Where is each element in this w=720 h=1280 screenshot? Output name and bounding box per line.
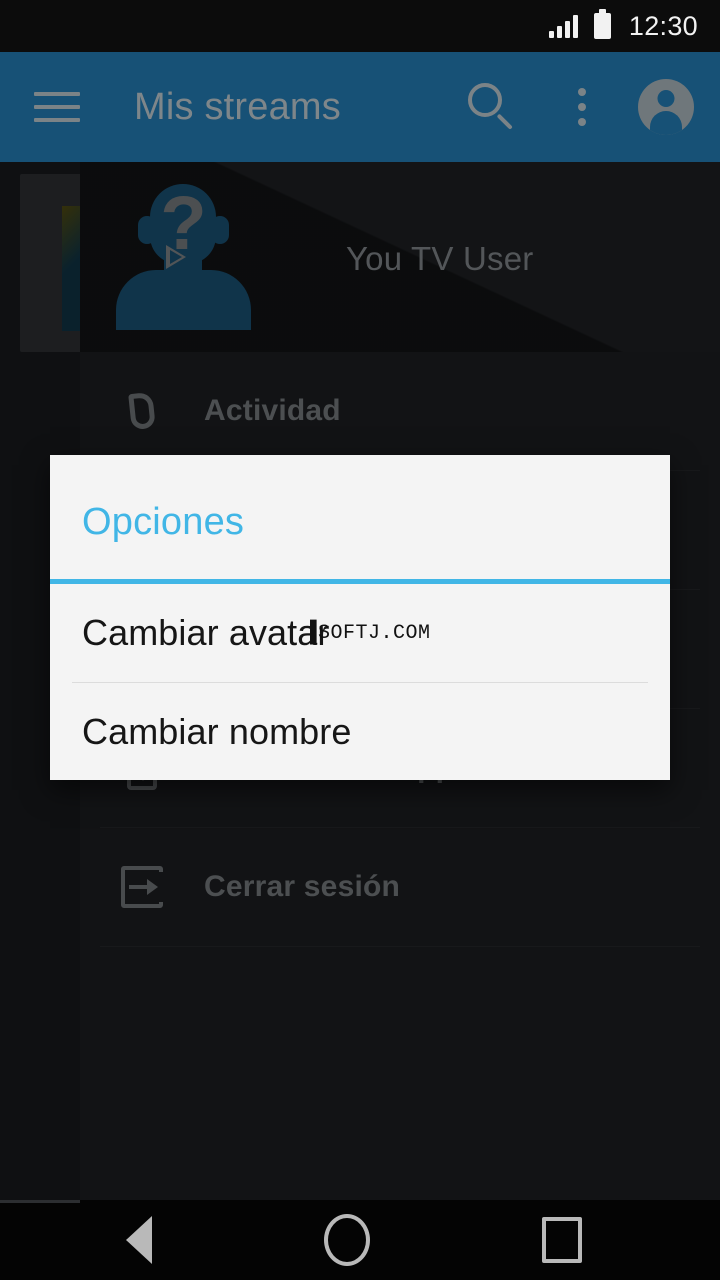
android-nav-bar	[0, 1200, 720, 1280]
recents-square-icon[interactable]	[542, 1217, 582, 1263]
options-dialog: Opciones Cambiar avatar Cambiar nombre	[50, 455, 670, 780]
app-bar: Mis streams	[0, 52, 720, 162]
hamburger-menu-icon[interactable]	[20, 52, 94, 162]
status-bar: 12:30	[0, 0, 720, 52]
signal-bars-icon	[548, 14, 578, 38]
dialog-option-label: Cambiar avatar	[82, 612, 330, 653]
page-title: Mis streams	[134, 85, 341, 128]
back-triangle-icon[interactable]	[126, 1216, 152, 1264]
home-circle-icon[interactable]	[324, 1214, 370, 1266]
account-circle-icon[interactable]	[638, 79, 694, 135]
overflow-menu-icon[interactable]	[556, 77, 608, 137]
status-clock: 12:30	[628, 10, 698, 41]
watermark-text: SOFTJ.COM	[318, 622, 431, 645]
search-icon[interactable]	[462, 77, 522, 137]
dialog-option-label: Cambiar nombre	[82, 711, 352, 752]
dialog-option-cambiar-nombre[interactable]: Cambiar nombre	[50, 683, 670, 781]
phone-screen: ? You TV User Actividad Version de la ap…	[0, 0, 720, 1280]
battery-full-icon	[593, 9, 611, 39]
dialog-title: Opciones	[82, 501, 245, 543]
nav-bar-hint	[0, 1200, 80, 1203]
